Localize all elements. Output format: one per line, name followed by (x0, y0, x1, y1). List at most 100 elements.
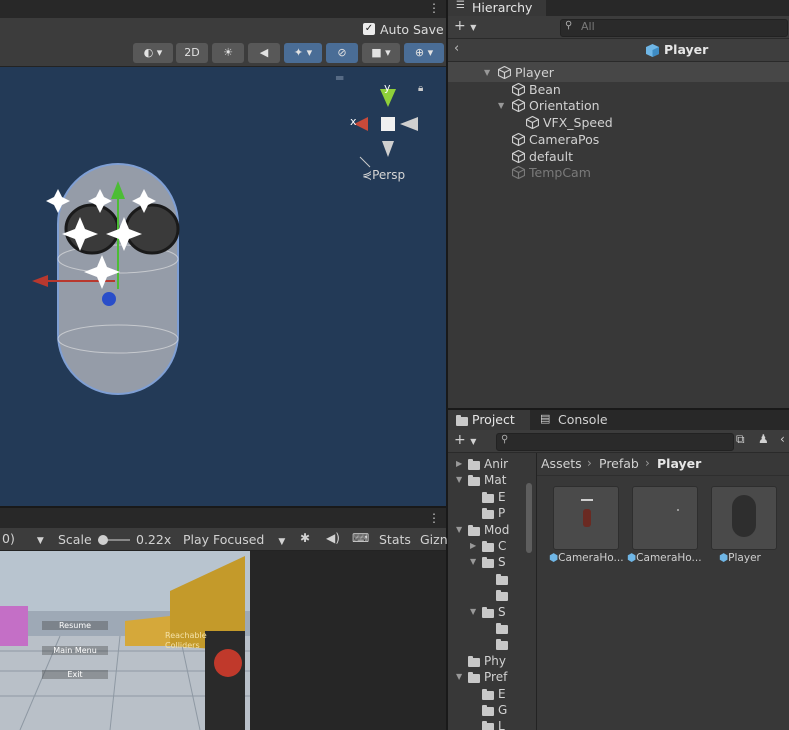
folder-tree-label: G (498, 703, 508, 717)
effects-toggle-button[interactable]: ✦ ▾ (284, 43, 322, 63)
audio-mute-icon[interactable]: ◀) (326, 531, 340, 545)
folder-tree-item[interactable] (448, 636, 526, 652)
hierarchy-item[interactable]: TempCam (448, 164, 789, 181)
folder-tree-item[interactable]: Phy (448, 653, 526, 669)
scene-visibility-button[interactable]: ⊘ (326, 43, 358, 63)
player-capsule-model[interactable] (20, 159, 220, 409)
game-viewport[interactable]: Reachable Colliders Resume Main Menu Exi… (0, 551, 446, 730)
shading-mode-button[interactable]: ◐ ▾ (133, 43, 173, 63)
folder-tree-item[interactable]: ▶ C (448, 538, 526, 554)
folder-icon (496, 573, 508, 585)
auto-save-label: Auto Save (380, 22, 444, 37)
scale-slider-handle[interactable] (98, 535, 108, 545)
folder-tree-item[interactable]: E (448, 489, 526, 505)
folder-tree-item[interactable] (448, 587, 526, 603)
expand-arrow-icon[interactable]: ▼ (456, 522, 462, 538)
hierarchy-item[interactable]: VFX_Speed (448, 114, 789, 131)
hierarchy-panel: ☰ Hierarchy + ▼ ⚲ All ‹ Player ▼ Player Be… (448, 0, 789, 408)
project-search-field[interactable]: ⚲ (496, 433, 734, 451)
console-tab[interactable]: ▤ Console (532, 410, 622, 430)
expand-arrow-icon[interactable]: ▼ (470, 604, 476, 620)
scene-toolbar: ✓ Auto Save ◐ ▾ 2D ☀ ◀ ✦ ▾ ⊘ ■ ▾ ⊕ ▾ (0, 18, 446, 67)
expand-arrow-icon[interactable]: ▼ (484, 64, 490, 81)
project-asset-area: Assets › Prefab › Player ⬢CameraHo... ⬢C… (537, 453, 789, 730)
2d-toggle-button[interactable]: 2D (176, 43, 208, 63)
folder-tree-item[interactable]: L (448, 718, 526, 730)
tree-divider[interactable] (536, 453, 537, 730)
folder-tree-item[interactable]: ▶ Anir (448, 456, 526, 472)
folder-tree-item[interactable]: ▼ Mat (448, 472, 526, 488)
folder-icon (482, 721, 494, 730)
stats-button[interactable]: Stats (379, 532, 411, 547)
gizmos-button[interactable]: ⊕ ▾ (404, 43, 444, 63)
more-options-icon[interactable]: ⋮ (428, 1, 440, 15)
hierarchy-item[interactable]: ▼ Orientation (448, 97, 789, 114)
folder-tree-item[interactable]: E (448, 686, 526, 702)
auto-save-checkbox[interactable]: ✓ (363, 23, 375, 35)
asset-thumbnail-player[interactable] (711, 486, 777, 550)
scale-slider[interactable] (98, 535, 130, 545)
expand-arrow-icon[interactable]: ▼ (456, 472, 462, 488)
hierarchy-item[interactable]: Bean (448, 81, 789, 98)
gameobject-cube-icon (512, 166, 525, 180)
keyboard-icon[interactable]: ⌨ (352, 531, 369, 545)
breadcrumb-player[interactable]: Player (657, 456, 701, 471)
bug-icon[interactable]: ✱ (300, 531, 310, 545)
project-tab[interactable]: Project (448, 410, 530, 430)
hierarchy-item-label: default (529, 148, 573, 164)
hierarchy-item[interactable]: default (448, 148, 789, 165)
gizmos-game-button[interactable]: Gizn (420, 532, 448, 547)
hierarchy-tab[interactable]: ☰ Hierarchy (448, 0, 546, 16)
collapse-arrow-icon[interactable]: ▶ (470, 538, 476, 554)
back-arrow-icon[interactable]: ‹ (454, 41, 459, 56)
expand-arrow-icon[interactable]: ▼ (456, 669, 462, 685)
resume-button[interactable]: Resume (42, 621, 108, 630)
pause-menu: Resume Main Menu Exit (42, 617, 108, 687)
folder-tree-item[interactable]: ▼ S (448, 604, 526, 620)
breadcrumb-prefab[interactable]: Prefab (599, 456, 639, 471)
search-by-label-icon[interactable]: ♟ (758, 432, 769, 446)
add-object-button[interactable]: + ▼ (454, 18, 476, 34)
console-icon: ▤ (540, 412, 551, 425)
asset-thumbnail-camerahold-1[interactable] (553, 486, 619, 550)
more-options-icon[interactable]: ⋮ (428, 511, 440, 525)
hierarchy-search-field[interactable]: ⚲ All (560, 19, 788, 37)
camera-settings-button[interactable]: ■ ▾ (362, 43, 400, 63)
collapse-icon[interactable]: ‹ (780, 432, 785, 446)
expand-arrow-icon[interactable]: ▼ (498, 97, 504, 114)
breadcrumb-assets[interactable]: Assets (541, 456, 582, 471)
folder-tree-item[interactable]: ▼ Mod (448, 522, 526, 538)
project-tab-strip: Project ▤ Console (448, 410, 789, 430)
project-folder-tree: ▶ Anir ▼ Mat E P ▼ Mod ▶ C ▼ S ▼ S Phy ▼ Pref E G L (448, 453, 536, 730)
persp-label[interactable]: ⋞Persp (362, 168, 405, 182)
tree-scrollbar[interactable] (526, 483, 532, 553)
exit-button[interactable]: Exit (42, 670, 108, 679)
lock-icon[interactable]: 🔒︎ (418, 83, 423, 94)
scene-orientation-gizmo[interactable] (340, 77, 440, 202)
prefab-header-title: Player (664, 42, 709, 57)
main-menu-button[interactable]: Main Menu (42, 646, 108, 655)
folder-tree-item[interactable] (448, 620, 526, 636)
folder-tree-item[interactable]: ▼ Pref (448, 669, 526, 685)
scene-viewport[interactable]: y x 🔒︎ ═ ⋞Persp (0, 67, 446, 506)
play-mode-dropdown[interactable]: Play Focused ▼ (183, 532, 285, 547)
hierarchy-item[interactable]: ▼ Player (448, 64, 789, 81)
display-dropdown[interactable]: 0) ▼ (2, 531, 44, 546)
gizmo-icon: ⊕ ▾ (414, 46, 434, 59)
folder-tree-item[interactable]: G (448, 702, 526, 718)
collapse-arrow-icon[interactable]: ▶ (456, 456, 462, 472)
asset-thumbnail-camerahold-2[interactable] (632, 486, 698, 550)
expand-arrow-icon[interactable]: ▼ (470, 554, 476, 570)
folder-tree-item[interactable]: ▼ S (448, 554, 526, 570)
audio-toggle-button[interactable]: ◀ (248, 43, 280, 63)
eye-hidden-icon: ⊘ (337, 46, 347, 59)
folder-tree-item[interactable] (448, 571, 526, 587)
search-by-type-icon[interactable]: ⧉ (736, 432, 745, 447)
asset-label: ⬢CameraHo... (549, 552, 624, 564)
hierarchy-item[interactable]: CameraPos (448, 131, 789, 148)
create-asset-button[interactable]: + ▼ (454, 432, 476, 448)
drag-handle-icon[interactable]: ═ (336, 71, 343, 85)
folder-icon (468, 475, 480, 487)
lighting-toggle-button[interactable]: ☀ (212, 43, 244, 63)
folder-tree-item[interactable]: P (448, 505, 526, 521)
